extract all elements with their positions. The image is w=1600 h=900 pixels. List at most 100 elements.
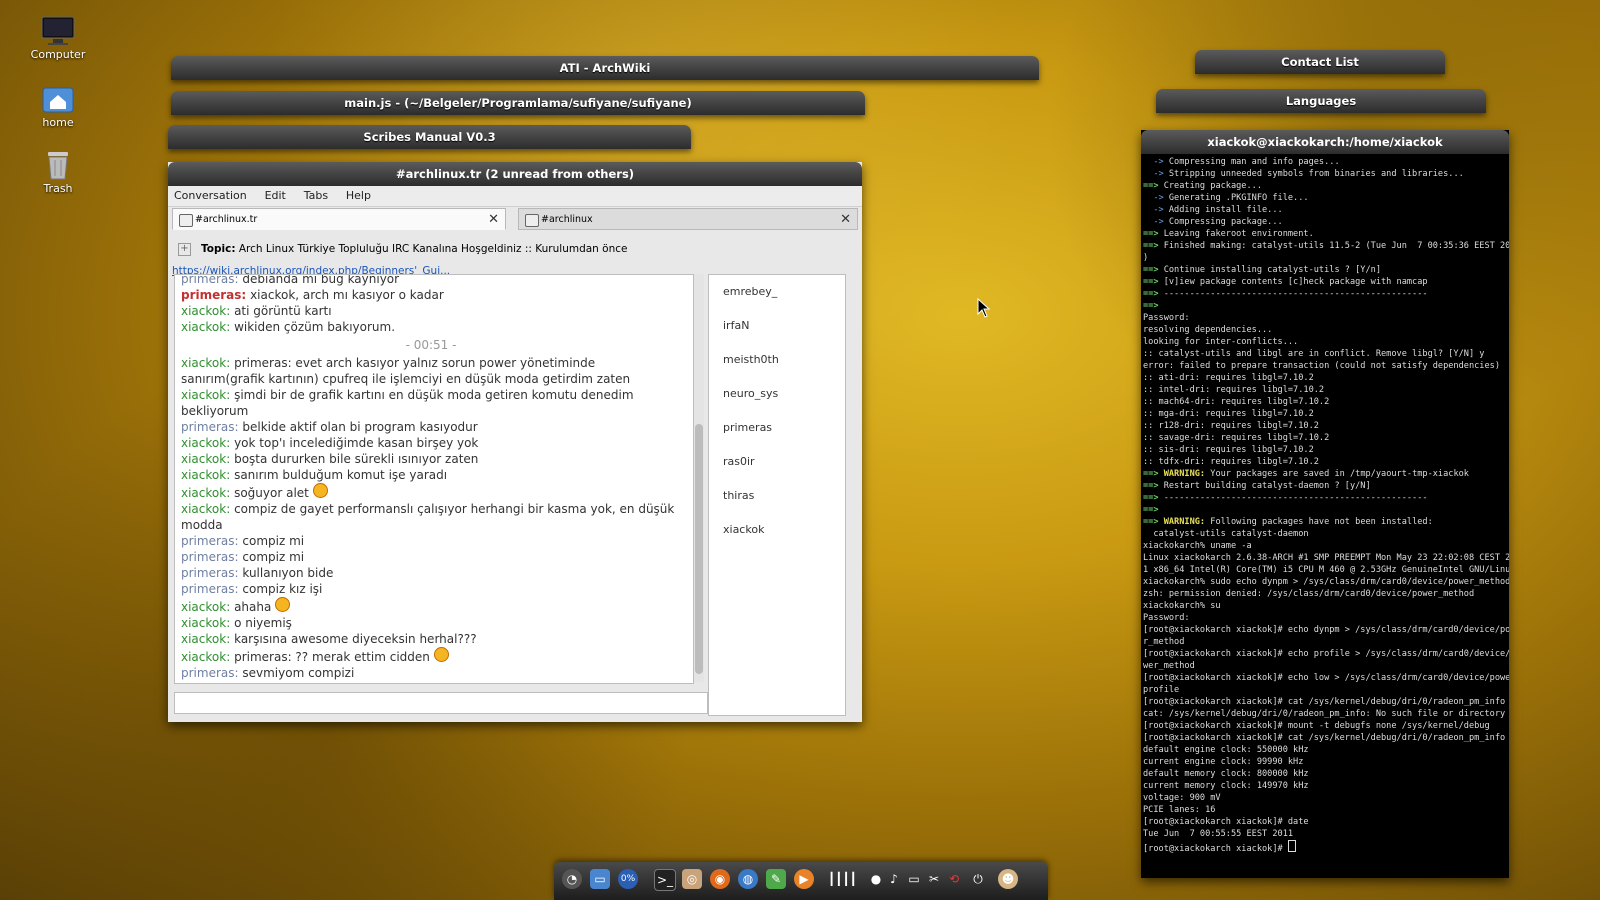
terminal-text: Restart building catalyst-daemon ? [y/N] (1163, 481, 1371, 491)
terminal-line: [root@xiackokarch xiackok]# echo low > /… (1143, 672, 1509, 684)
desktop-icon-computer[interactable]: Computer (18, 16, 98, 61)
terminal-text: :: tdfx-dri: requires libgl=7.10.2 (1143, 457, 1319, 467)
terminal-line: Password: (1143, 612, 1507, 624)
window-mainjs[interactable]: main.js - (~/Belgeler/Programlama/sufiya… (171, 91, 865, 115)
message-nick[interactable]: primeras: (181, 566, 239, 580)
window-archwiki[interactable]: ATI - ArchWiki (171, 56, 1039, 80)
chat-message: primeras: belkide aktif olan bi program … (181, 419, 681, 435)
terminal-line: :: r128-dri: requires libgl=7.10.2 (1143, 420, 1507, 432)
terminal-text: -> (1143, 193, 1169, 203)
user-list-item[interactable]: primeras (709, 411, 845, 445)
terminal-text: Stripping unneeded symbols from binaries… (1168, 169, 1464, 179)
message-nick[interactable]: xiackok: (181, 452, 230, 466)
message-nick[interactable]: xiackok: (181, 650, 230, 664)
media-icon[interactable]: ▶ (794, 869, 814, 889)
chat-users-icon (179, 214, 193, 227)
chat-window-title[interactable]: #archlinux.tr (2 unread from others) (168, 162, 862, 186)
sync-icon[interactable]: ⟲ (944, 869, 964, 889)
message-nick[interactable]: primeras: (181, 550, 239, 564)
message-area[interactable]: primeras: debianda mı bug kaynıyor primer… (174, 274, 694, 684)
menu-conversation[interactable]: Conversation (174, 186, 247, 206)
message-nick[interactable]: xiackok: (181, 616, 230, 630)
terminal-icon[interactable]: >_ (654, 869, 676, 891)
terminal-text: [root@xiackokarch xiackok]# cat /sys/ker… (1143, 733, 1506, 743)
power-icon[interactable]: ⏻ (968, 869, 988, 889)
user-list-item[interactable]: emrebey_ (709, 275, 845, 309)
terminal-text: ==> (1143, 289, 1164, 299)
battery-icon[interactable]: ▭ (904, 869, 924, 889)
terminal-line: ) (1143, 252, 1507, 264)
terminal-line: :: intel-dri: requires libgl=7.10.2 (1143, 384, 1507, 396)
message-nick[interactable]: xiackok: (181, 468, 230, 482)
menu-tabs[interactable]: Tabs (304, 186, 328, 206)
user-list-item[interactable]: neuro_sys (709, 377, 845, 411)
network-icon[interactable]: ● (866, 869, 886, 889)
terminal-line: [root@xiackokarch xiackok]# echo dynpm >… (1143, 624, 1509, 636)
terminal-text: error: failed to prepare transaction (co… (1143, 361, 1500, 371)
message-input[interactable] (174, 692, 708, 714)
message-nick[interactable]: xiackok: (181, 436, 230, 450)
scrollbar-thumb[interactable] (695, 424, 703, 674)
terminal-line: ==> Finished making: catalyst-utils 11.5… (1143, 240, 1509, 252)
expand-icon[interactable]: + (178, 242, 191, 256)
chromium-icon[interactable]: ◍ (738, 869, 758, 889)
clock-icon[interactable]: ◔ (562, 869, 582, 889)
menu-edit[interactable]: Edit (265, 186, 286, 206)
terminal-text: ----------------------------------------… (1163, 289, 1428, 299)
window-languages[interactable]: Languages (1156, 89, 1486, 113)
window-scribes[interactable]: Scribes Manual V0.3 (168, 125, 691, 149)
terminal-line: ==> (1143, 504, 1507, 516)
chat-message: primeras: compiz mi (181, 549, 681, 565)
window-contact-list[interactable]: Contact List (1195, 50, 1445, 74)
message-text: karşısına awesome diyeceksin herhal??? (234, 632, 477, 646)
user-list-item[interactable]: thiras (709, 479, 845, 513)
editor-icon[interactable]: ✎ (766, 869, 786, 889)
terminal-line: :: catalyst-utils and libgl are in confl… (1143, 348, 1507, 360)
user-list-item[interactable]: meisth0th (709, 343, 845, 377)
terminal-line: wer_method (1143, 660, 1507, 672)
tab-archlinux[interactable]: #archlinux ✕ (518, 208, 858, 230)
message-nick[interactable]: primeras: (181, 666, 239, 680)
message-nick[interactable]: primeras: (181, 420, 239, 434)
close-icon[interactable]: ✕ (488, 209, 499, 231)
desktop-icon-trash[interactable]: Trash (18, 150, 98, 195)
message-nick[interactable]: primeras: (181, 582, 239, 596)
message-nick[interactable]: xiackok: (181, 388, 230, 402)
terminal-line: xiackokarch% sudo echo dynpm > /sys/clas… (1143, 576, 1509, 588)
message-nick[interactable]: xiackok: (181, 356, 230, 370)
message-nick[interactable]: primeras: (181, 534, 239, 548)
terminal-text: :: sis-dri: requires libgl=7.10.2 (1143, 445, 1314, 455)
menu-help[interactable]: Help (346, 186, 371, 206)
files-icon[interactable]: ▭ (590, 869, 610, 889)
cpu-meter-icon[interactable]: 0% (618, 869, 638, 889)
message-nick[interactable]: xiackok: (181, 600, 230, 614)
terminal-window[interactable]: xiackok@xiackokarch:/home/xiackok -> Com… (1141, 130, 1509, 878)
close-icon[interactable]: ✕ (840, 209, 851, 231)
message-nick[interactable]: xiackok: (181, 502, 230, 516)
user-list-item[interactable]: ras0ir (709, 445, 845, 479)
terminal-text: [root@xiackokarch xiackok]# cat /sys/ker… (1143, 697, 1506, 707)
message-nick[interactable]: primeras: (181, 275, 239, 286)
equalizer-icon[interactable]: ┃┃┃┃ (828, 869, 857, 889)
terminal-title[interactable]: xiackok@xiackokarch:/home/xiackok (1141, 130, 1509, 154)
search-app-icon[interactable]: ◎ (682, 869, 702, 889)
volume-icon[interactable]: ♪ (884, 869, 904, 889)
user-list-item[interactable]: irfaN (709, 309, 845, 343)
terminal-text: Continue installing catalyst-utils ? [Y/… (1163, 265, 1382, 275)
user-icon[interactable]: ☻ (998, 869, 1018, 889)
terminal-text: current memory clock: 149970 kHz (1143, 781, 1309, 791)
user-list-item[interactable]: xiackok (709, 513, 845, 547)
desktop-icon-home[interactable]: home (18, 84, 98, 129)
message-nick[interactable]: xiackok: (181, 632, 230, 646)
message-nick[interactable]: xiackok: (181, 486, 230, 500)
firefox-icon[interactable]: ◉ (710, 869, 730, 889)
message-nick[interactable]: xiackok: (181, 304, 230, 318)
message-nick[interactable]: primeras: (181, 288, 246, 302)
message-scrollbar[interactable] (694, 274, 704, 682)
terminal-line: ==> [v]iew package contents [c]heck pack… (1143, 276, 1507, 288)
message-nick[interactable]: xiackok: (181, 320, 230, 334)
terminal-text: cat: /sys/kernel/debug/dri/0/radeon_pm_i… (1143, 709, 1506, 719)
tab-archlinux-tr[interactable]: #archlinux.tr ✕ (172, 208, 506, 230)
tools-icon[interactable]: ✂ (924, 869, 944, 889)
terminal-line: [root@xiackokarch xiackok]# (1143, 840, 1507, 855)
